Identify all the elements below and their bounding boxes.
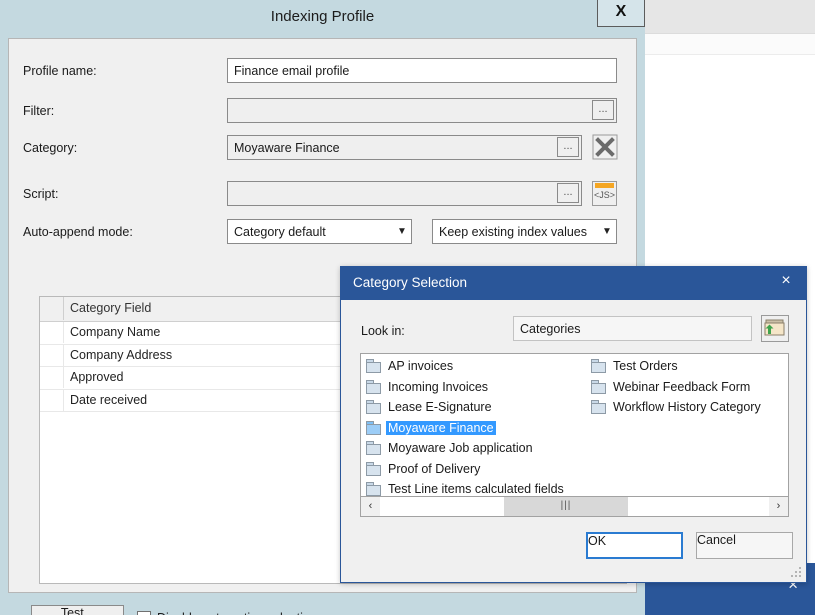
- row-gutter[interactable]: [40, 367, 64, 388]
- list-item-label: Workflow History Category: [611, 400, 763, 414]
- folder-icon: [366, 380, 382, 394]
- category-selection-dialog: Category Selection × Look in: AP invoice…: [340, 266, 807, 583]
- category-selection-title: Category Selection: [353, 275, 467, 290]
- folder-icon: [591, 380, 607, 394]
- profile-name-input[interactable]: [227, 58, 617, 83]
- background-subtoolbar: [645, 34, 815, 55]
- list-item-label: Test Orders: [611, 359, 680, 373]
- look-in-input[interactable]: [513, 316, 752, 341]
- list-item-label: Moyaware Finance: [386, 421, 496, 435]
- script-browse-button[interactable]: ...: [557, 183, 579, 203]
- category-browse-button[interactable]: ...: [557, 137, 579, 157]
- close-icon[interactable]: X: [597, 0, 645, 27]
- index-values-select[interactable]: Keep existing index values: [432, 219, 617, 244]
- list-item[interactable]: Webinar Feedback Form: [589, 377, 789, 398]
- list-item[interactable]: Proof of Delivery: [364, 459, 589, 480]
- test-button[interactable]: Test...: [31, 605, 124, 615]
- folder-icon: [366, 400, 382, 414]
- disable-automatic-evaluation-label: Disable automatic evaluation: [157, 611, 317, 615]
- auto-append-mode-select[interactable]: Category default: [227, 219, 412, 244]
- list-item-label: Webinar Feedback Form: [611, 380, 752, 394]
- list-item-label: AP invoices: [386, 359, 455, 373]
- folder-icon: [366, 462, 382, 476]
- folder-icon: [591, 400, 607, 414]
- resize-grip-icon[interactable]: [790, 567, 802, 579]
- scrollbar-thumb[interactable]: |||: [504, 497, 628, 516]
- list-item[interactable]: Test Orders: [589, 356, 789, 377]
- script-editor-label: <JS>: [593, 188, 616, 203]
- screen: × Indexing Profile X Profile name: Filte…: [0, 0, 815, 615]
- list-item-label: Incoming Invoices: [386, 380, 490, 394]
- list-item-label: Test Line items calculated fields: [386, 482, 566, 496]
- row-label: Approved: [64, 367, 124, 388]
- row-label: Company Address: [64, 345, 172, 366]
- background-toolbar: [645, 0, 815, 34]
- close-icon[interactable]: ×: [774, 270, 798, 292]
- list-item[interactable]: AP invoices: [364, 356, 589, 377]
- row-gutter[interactable]: [40, 390, 64, 411]
- list-item-selected[interactable]: Moyaware Finance: [364, 418, 589, 439]
- category-label: Category:: [23, 141, 77, 155]
- folder-icon: [366, 441, 382, 455]
- category-column-left: AP invoices Incoming Invoices Lease E-Si…: [364, 356, 589, 497]
- category-selection-titlebar: Category Selection ×: [341, 267, 806, 300]
- folder-icon: [591, 359, 607, 373]
- look-in-label: Look in:: [361, 324, 405, 338]
- scroll-right-icon[interactable]: ›: [769, 497, 788, 516]
- folder-icon: [366, 359, 382, 373]
- grid-header-category-field[interactable]: Category Field: [64, 297, 151, 320]
- list-item[interactable]: Workflow History Category: [589, 397, 789, 418]
- clear-x-icon[interactable]: [592, 134, 618, 160]
- folder-up-icon[interactable]: [761, 315, 789, 342]
- list-item[interactable]: Incoming Invoices: [364, 377, 589, 398]
- category-column-right: Test Orders Webinar Feedback Form Workfl…: [589, 356, 789, 418]
- script-label: Script:: [23, 187, 58, 201]
- profile-name-label: Profile name:: [23, 64, 97, 78]
- folder-icon: [366, 482, 382, 496]
- scroll-left-icon[interactable]: ‹: [361, 497, 380, 516]
- category-input[interactable]: [227, 135, 582, 160]
- disable-automatic-evaluation-checkbox[interactable]: [137, 611, 151, 615]
- grid-corner-cell[interactable]: [40, 297, 64, 320]
- list-item[interactable]: Moyaware Job application: [364, 438, 589, 459]
- script-input[interactable]: [227, 181, 582, 206]
- list-item-label: Lease E-Signature: [386, 400, 494, 414]
- list-item-label: Proof of Delivery: [386, 462, 482, 476]
- category-listbox[interactable]: AP invoices Incoming Invoices Lease E-Si…: [360, 353, 789, 497]
- filter-label: Filter:: [23, 104, 54, 118]
- indexing-profile-titlebar: Indexing Profile: [0, 0, 645, 36]
- list-item[interactable]: Lease E-Signature: [364, 397, 589, 418]
- folder-up-glyph: [762, 316, 788, 341]
- filter-input[interactable]: [227, 98, 617, 123]
- folder-icon: [366, 421, 382, 435]
- script-editor-icon[interactable]: <JS>: [592, 181, 617, 206]
- list-item[interactable]: Test Line items calculated fields: [364, 479, 589, 497]
- filter-browse-button[interactable]: ...: [592, 100, 614, 120]
- indexing-profile-title: Indexing Profile: [0, 8, 645, 25]
- horizontal-scrollbar[interactable]: ‹ ||| ›: [360, 497, 789, 517]
- row-gutter[interactable]: [40, 345, 64, 366]
- ok-button[interactable]: OK: [586, 532, 683, 559]
- list-item-label: Moyaware Job application: [386, 441, 535, 455]
- cancel-button[interactable]: Cancel: [696, 532, 793, 559]
- clear-x-glyph: [592, 134, 618, 160]
- disable-automatic-evaluation-row[interactable]: Disable automatic evaluation: [137, 611, 317, 615]
- row-label: Date received: [64, 390, 147, 411]
- row-label: Company Name: [64, 322, 160, 343]
- scrollbar-track[interactable]: |||: [380, 497, 769, 516]
- row-gutter[interactable]: [40, 322, 64, 343]
- auto-append-mode-label: Auto-append mode:: [23, 225, 133, 239]
